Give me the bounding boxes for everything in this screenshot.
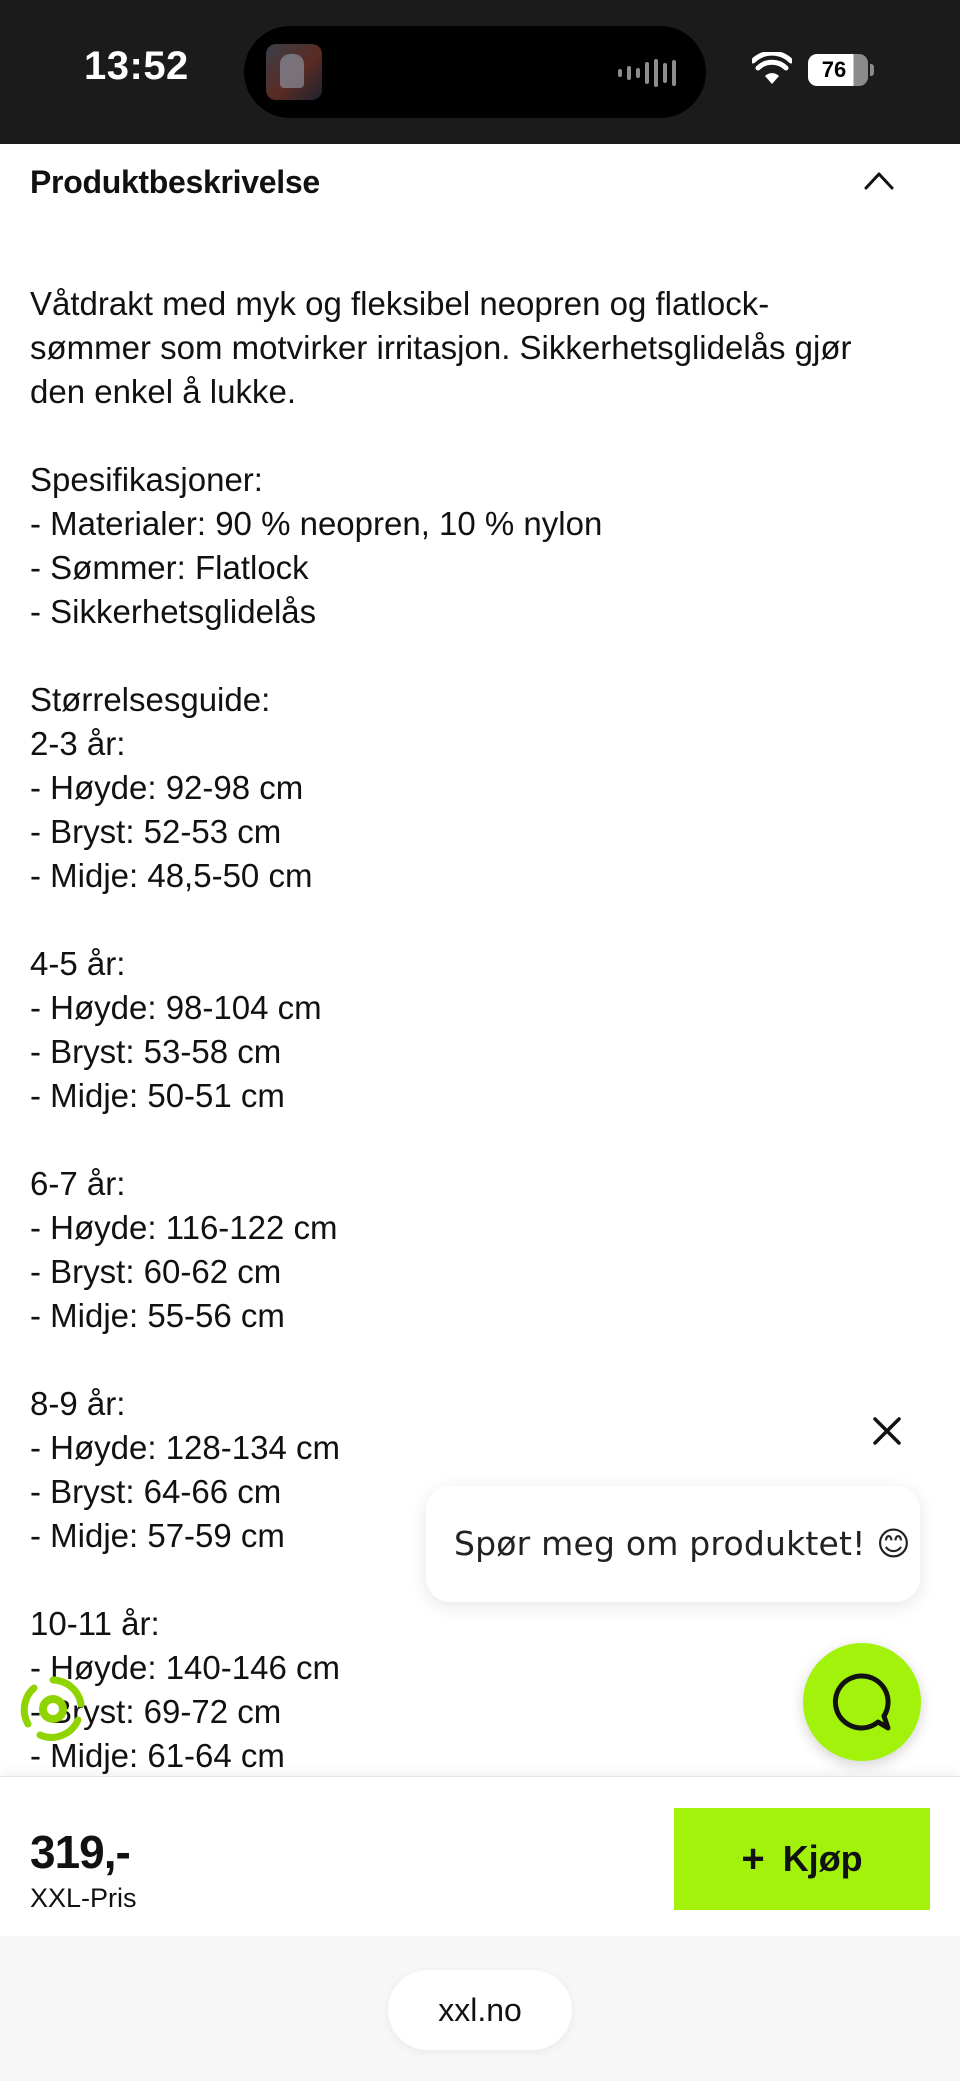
description-line: - Bryst: 52-53 cm xyxy=(30,813,282,850)
recycle-icon[interactable] xyxy=(18,1674,88,1744)
description-line: 10-11 år: xyxy=(30,1605,160,1642)
battery-icon: 76 xyxy=(808,54,868,86)
plus-icon: + xyxy=(741,1837,765,1881)
now-playing-artwork-icon[interactable] xyxy=(266,44,322,100)
description-line: - Høyde: 128-134 cm xyxy=(30,1429,340,1466)
description-line: - Bryst: 60-62 cm xyxy=(30,1253,282,1290)
description-line: - Høyde: 140-146 cm xyxy=(30,1649,340,1686)
description-block-size-4-5: 4-5 år: - Høyde: 98-104 cm - Bryst: 53-5… xyxy=(30,942,910,1118)
description-line: - Høyde: 116-122 cm xyxy=(30,1209,338,1246)
description-line: - Bryst: 69-72 cm xyxy=(30,1693,282,1730)
description-block-size-2-3: Størrelsesguide: 2-3 år: - Høyde: 92-98 … xyxy=(30,678,910,898)
description-line: - Midje: 50-51 cm xyxy=(30,1077,285,1114)
description-line: 4-5 år: xyxy=(30,945,126,982)
description-line: - Høyde: 92-98 cm xyxy=(30,769,304,806)
description-block-intro: Våtdrakt med myk og fleksibel neopren og… xyxy=(30,282,910,414)
description-line: 6-7 år: xyxy=(30,1165,126,1202)
chevron-up-icon[interactable] xyxy=(864,170,894,190)
browser-bottom-bar: xxl.no xyxy=(0,1936,960,2081)
description-line: 2-3 år: xyxy=(30,725,126,762)
description-line: - Sikkerhetsglidelås xyxy=(30,593,317,630)
description-line: - Høyde: 98-104 cm xyxy=(30,989,322,1026)
dynamic-island[interactable] xyxy=(244,26,706,118)
product-description-header[interactable]: Produktbeskrivelse xyxy=(0,144,960,214)
description-line: Spesifikasjoner: xyxy=(30,461,263,498)
close-icon[interactable] xyxy=(870,1414,904,1448)
battery-level: 76 xyxy=(821,57,847,82)
section-title: Produktbeskrivelse xyxy=(30,164,320,200)
description-line: Våtdrakt med myk og fleksibel neopren og… xyxy=(30,285,770,322)
url-bar[interactable]: xxl.no xyxy=(388,1970,572,2050)
status-bar: 13:52 76 xyxy=(0,0,960,144)
description-line: - Midje: 61-64 cm xyxy=(30,1737,285,1774)
chat-prompt-text: Spør meg om produktet! 😊 xyxy=(454,1524,911,1563)
product-price: 319,- xyxy=(30,1826,131,1878)
wifi-icon xyxy=(752,52,792,84)
chat-launcher-button[interactable] xyxy=(803,1643,921,1761)
buy-button[interactable]: + Kjøp xyxy=(674,1808,930,1910)
description-line: den enkel å lukke. xyxy=(30,373,297,410)
description-block-size-10-11: 10-11 år: - Høyde: 140-146 cm - Bryst: 6… xyxy=(30,1602,910,1778)
description-line: - Bryst: 53-58 cm xyxy=(30,1033,282,1070)
price-label: XXL-Pris xyxy=(30,1883,137,1913)
buy-button-label: Kjøp xyxy=(782,1838,863,1879)
description-line: - Midje: 48,5-50 cm xyxy=(30,857,313,894)
chat-prompt-bubble[interactable]: Spør meg om produktet! 😊 xyxy=(426,1486,920,1602)
status-time: 13:52 xyxy=(84,44,189,88)
buy-bar: 319,- XXL-Pris + Kjøp xyxy=(0,1776,960,1936)
description-line: - Materialer: 90 % neopren, 10 % nylon xyxy=(30,505,603,542)
description-line: - Sømmer: Flatlock xyxy=(30,549,309,586)
chat-icon xyxy=(832,1673,891,1731)
description-line: 8-9 år: xyxy=(30,1385,126,1422)
description-line: Størrelsesguide: xyxy=(30,681,271,718)
description-line: sømmer som motvirker irritasjon. Sikkerh… xyxy=(30,329,852,366)
audio-waveform-icon xyxy=(618,58,676,88)
description-block-size-6-7: 6-7 år: - Høyde: 116-122 cm - Bryst: 60-… xyxy=(30,1162,910,1338)
battery-cap xyxy=(870,64,874,76)
description-line: - Midje: 55-56 cm xyxy=(30,1297,285,1334)
description-block-specifications: Spesifikasjoner: - Materialer: 90 % neop… xyxy=(30,458,910,634)
